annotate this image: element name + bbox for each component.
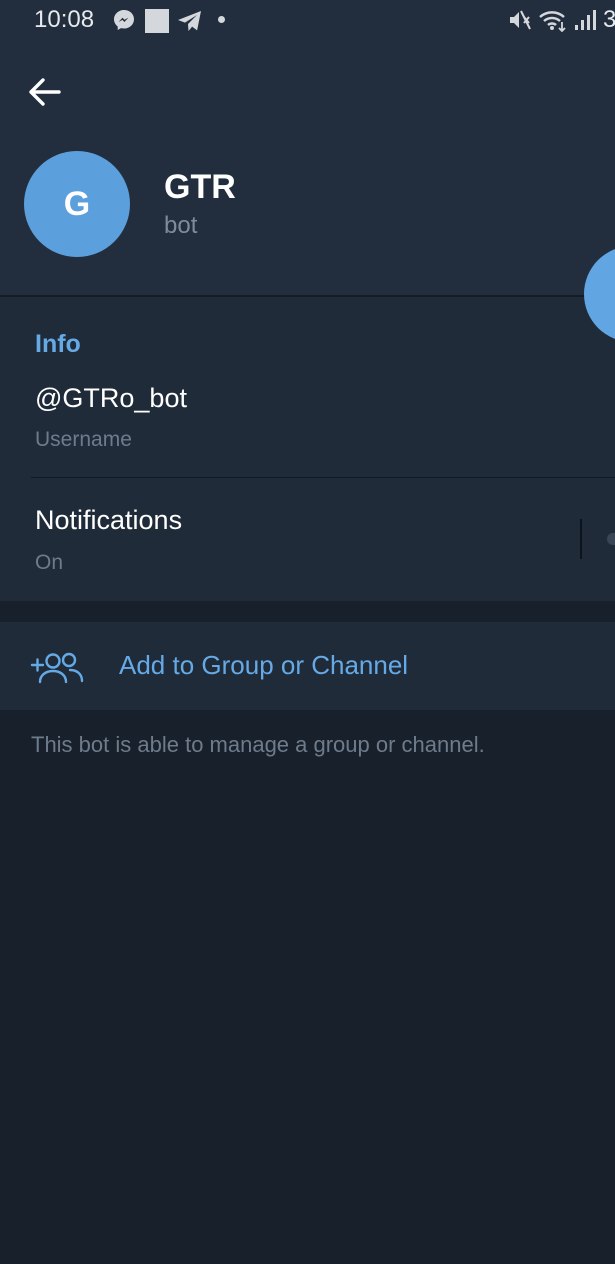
profile-name: GTR <box>164 168 236 206</box>
username-label: Username <box>35 428 132 451</box>
add-to-group-label: Add to Group or Channel <box>119 650 409 680</box>
profile-header: 10:08 3 G GTR bot <box>0 0 615 295</box>
profile-screen: 10:08 3 G GTR bot Info @GTRo_bot Usernam… <box>0 0 615 1264</box>
battery-percentage: 3 <box>603 6 615 33</box>
notifications-divider <box>580 519 582 559</box>
info-heading: Info <box>35 330 81 358</box>
mute-icon <box>507 8 533 37</box>
username-value[interactable]: @GTRo_bot <box>35 383 187 414</box>
telegram-icon <box>177 9 203 38</box>
back-button[interactable] <box>24 72 64 112</box>
more-notifications-dot-icon <box>218 16 225 23</box>
bot-description: This bot is able to manage a group or ch… <box>31 732 485 757</box>
notifications-value: On <box>35 551 64 574</box>
arrow-left-icon <box>29 78 61 106</box>
messenger-icon <box>112 8 136 37</box>
notifications-label: Notifications <box>35 505 183 535</box>
profile-status: bot <box>164 212 198 239</box>
notifications-toggle[interactable] <box>607 533 615 545</box>
status-time: 10:08 <box>34 6 95 33</box>
signal-icon <box>574 9 598 36</box>
section-gap <box>0 601 615 622</box>
notifications-row[interactable]: Notifications On <box>0 478 615 601</box>
avatar-letter: G <box>63 184 91 223</box>
status-bar: 10:08 3 <box>0 0 615 42</box>
info-section: Info @GTRo_bot Username Notifications On <box>0 297 615 601</box>
add-group-icon <box>29 649 85 690</box>
add-to-group-button[interactable]: Add to Group or Channel <box>0 622 615 710</box>
wifi-icon <box>538 8 568 37</box>
notification-square-icon <box>145 9 169 33</box>
avatar[interactable]: G <box>24 151 130 257</box>
